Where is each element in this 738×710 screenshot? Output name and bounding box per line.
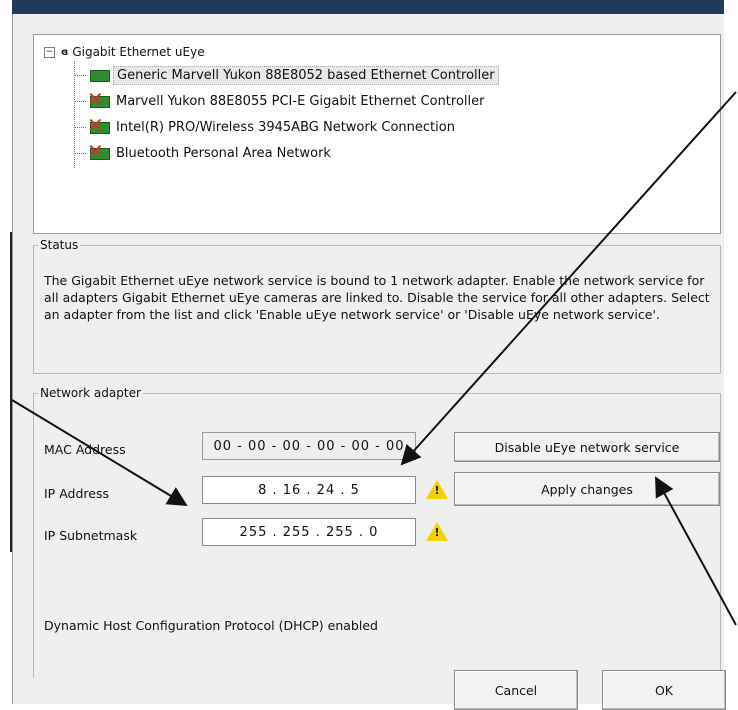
nic-disabled-icon: ✕	[87, 89, 110, 109]
status-title: Status	[40, 238, 79, 252]
disable-service-button[interactable]: Disable uEye network service	[454, 432, 720, 462]
tree-item-label: Intel(R) PRO/Wireless 3945ABG Network Co…	[116, 119, 455, 135]
tree-item-bluetooth-pan[interactable]: ✕ Bluetooth Personal Area Network	[74, 141, 334, 164]
tree-item-marvell-88e8052[interactable]: Generic Marvell Yukon 88E8052 based Ethe…	[74, 64, 499, 86]
dhcp-status-text: Dynamic Host Configuration Protocol (DHC…	[44, 618, 378, 633]
left-bracket-mark	[0, 232, 12, 552]
ip-address-input[interactable]: 8 . 16 . 24 . 5	[202, 476, 416, 504]
cancel-button[interactable]: Cancel	[454, 670, 578, 710]
subnet-mask-input[interactable]: 255 . 255 . 255 . 0	[202, 518, 416, 546]
nic-disabled-icon: ✕	[87, 141, 110, 161]
warning-icon: !	[426, 480, 448, 500]
nic-enabled-icon	[88, 67, 110, 83]
subnet-mask-label: IP Subnetmask	[44, 528, 138, 543]
status-group: Status The Gigabit Ethernet uEye network…	[33, 238, 721, 374]
collapse-toggle-icon[interactable]: −	[44, 46, 55, 58]
network-config-dialog: − ɞ Gigabit Ethernet uEye Generic Marvel…	[12, 14, 726, 710]
tree-item-label: Generic Marvell Yukon 88E8052 based Ethe…	[113, 65, 499, 85]
window-title-bar	[12, 0, 724, 14]
tree-item-intel-wireless[interactable]: ✕ Intel(R) PRO/Wireless 3945ABG Network …	[74, 115, 458, 138]
tree-item-label: Bluetooth Personal Area Network	[116, 145, 331, 161]
tree-root-label: Gigabit Ethernet uEye	[72, 45, 205, 59]
tree-item-label: Marvell Yukon 88E8055 PCI-E Gigabit Ethe…	[116, 93, 485, 109]
adapter-tree[interactable]: − ɞ Gigabit Ethernet uEye Generic Marvel…	[33, 34, 721, 234]
ueye-icon: ɞ	[61, 46, 69, 58]
nic-disabled-icon: ✕	[87, 115, 110, 135]
tree-item-marvell-88e8055[interactable]: ✕ Marvell Yukon 88E8055 PCI-E Gigabit Et…	[74, 89, 488, 112]
ip-address-label: IP Address	[44, 486, 109, 501]
status-text: The Gigabit Ethernet uEye network servic…	[44, 273, 710, 322]
network-adapter-title: Network adapter	[40, 386, 141, 400]
mac-address-label: MAC Address	[44, 442, 126, 457]
ok-button[interactable]: OK	[602, 670, 726, 710]
apply-changes-button[interactable]: Apply changes	[454, 472, 720, 506]
mac-address-field: 00 - 00 - 00 - 00 - 00 - 00	[202, 432, 416, 460]
warning-icon: !	[426, 522, 448, 542]
tree-root[interactable]: − ɞ Gigabit Ethernet uEye	[44, 43, 205, 61]
network-adapter-group: Network adapter MAC Address 00 - 00 - 00…	[33, 386, 726, 710]
